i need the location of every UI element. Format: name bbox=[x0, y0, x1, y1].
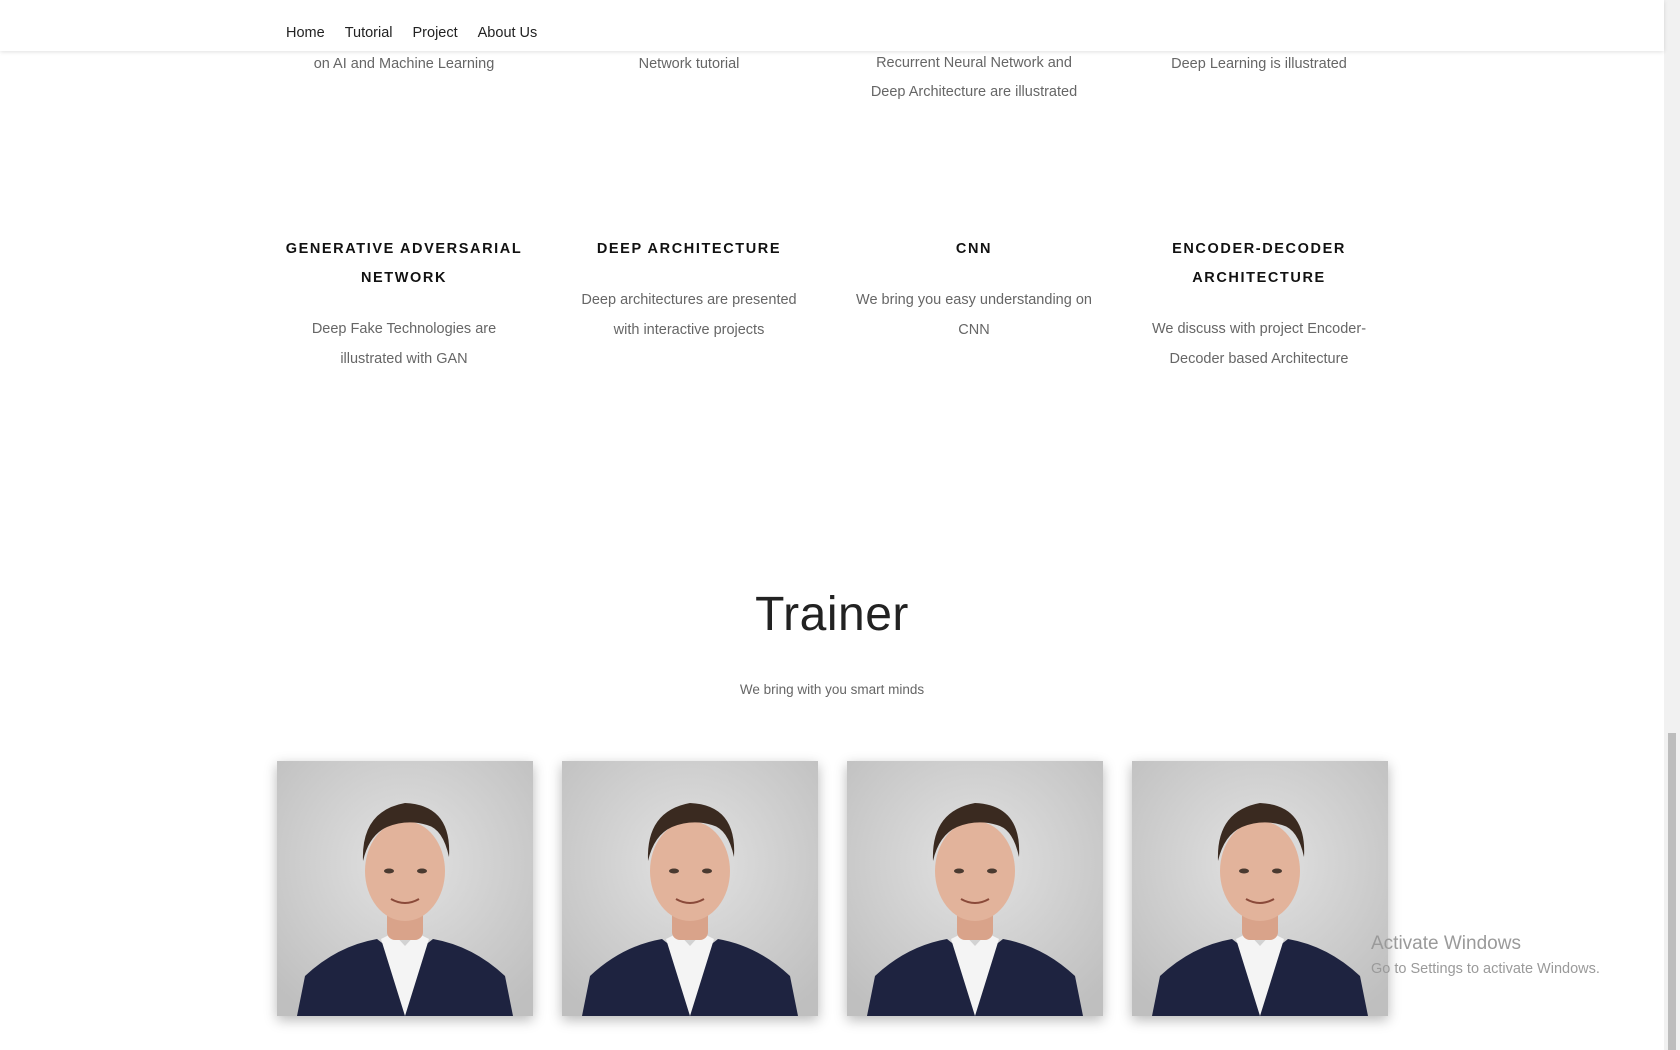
trainer-photo[interactable] bbox=[562, 761, 818, 1016]
nav-about-link[interactable]: About Us bbox=[478, 25, 538, 41]
trainer-heading: Trainer bbox=[755, 588, 909, 641]
top-navbar: Home Tutorial Project About Us bbox=[0, 0, 1664, 51]
nav-project-link[interactable]: Project bbox=[413, 25, 458, 41]
feature-deep-architecture: DEEP ARCHITECTURE Deep architectures are… bbox=[569, 235, 809, 345]
scrollbar-thumb[interactable] bbox=[1668, 733, 1676, 1050]
feature-desc: Deep architectures are presented with in… bbox=[581, 292, 797, 338]
trainer-photo[interactable] bbox=[1132, 761, 1388, 1016]
feature-desc-top-3: Recurrent Neural Network and Deep Archit… bbox=[854, 49, 1094, 107]
feature-desc-top-3-line2: Deep Architecture are illustrated bbox=[870, 84, 1078, 100]
trainer-portrait-image bbox=[562, 761, 818, 1016]
feature-gan: GENERATIVE ADVERSARIAL NETWORK Deep Fake… bbox=[284, 235, 524, 374]
trainer-portrait-image bbox=[847, 761, 1103, 1016]
feature-desc: Deep Fake Technologies are illustrated w… bbox=[311, 321, 497, 367]
activate-windows-watermark: Activate Windows Go to Settings to activ… bbox=[1371, 932, 1600, 981]
feature-desc-top-4: Deep Learning is illustrated bbox=[1171, 56, 1347, 72]
nav-home-link[interactable]: Home bbox=[286, 25, 325, 41]
feature-title: DEEP ARCHITECTURE bbox=[596, 241, 782, 257]
page: Home Tutorial Project About Us on AI and… bbox=[0, 0, 1680, 1050]
trainer-portrait-image bbox=[277, 761, 533, 1016]
nav-tutorial-link[interactable]: Tutorial bbox=[345, 25, 393, 41]
feature-encoder-decoder: ENCODER-DECODER ARCHITECTURE We discuss … bbox=[1139, 235, 1379, 374]
nav-links: Home Tutorial Project About Us bbox=[286, 25, 537, 41]
trainer-portrait-image bbox=[1132, 761, 1388, 1016]
feature-title: CNN bbox=[955, 241, 993, 257]
feature-desc-top-2: Network tutorial bbox=[638, 56, 740, 72]
trainer-subtitle: We bring with you smart minds bbox=[739, 682, 925, 697]
watermark-subtitle: Go to Settings to activate Windows. bbox=[1371, 961, 1600, 977]
watermark-title: Activate Windows bbox=[1371, 933, 1521, 954]
feature-title: GENERATIVE ADVERSARIAL NETWORK bbox=[285, 241, 523, 286]
trainer-photo[interactable] bbox=[847, 761, 1103, 1016]
vertical-scrollbar[interactable] bbox=[1664, 0, 1680, 1050]
feature-desc: We discuss with project Encoder-Decoder … bbox=[1151, 321, 1367, 367]
feature-desc: We bring you easy understanding on CNN bbox=[856, 292, 1092, 338]
feature-cnn: CNN We bring you easy understanding on C… bbox=[854, 235, 1094, 345]
trainer-photo[interactable] bbox=[277, 761, 533, 1016]
feature-desc-top-1: on AI and Machine Learning bbox=[313, 56, 495, 72]
feature-desc-top-3-line1: Recurrent Neural Network and bbox=[876, 55, 1072, 71]
feature-title: ENCODER-DECODER ARCHITECTURE bbox=[1172, 241, 1346, 286]
